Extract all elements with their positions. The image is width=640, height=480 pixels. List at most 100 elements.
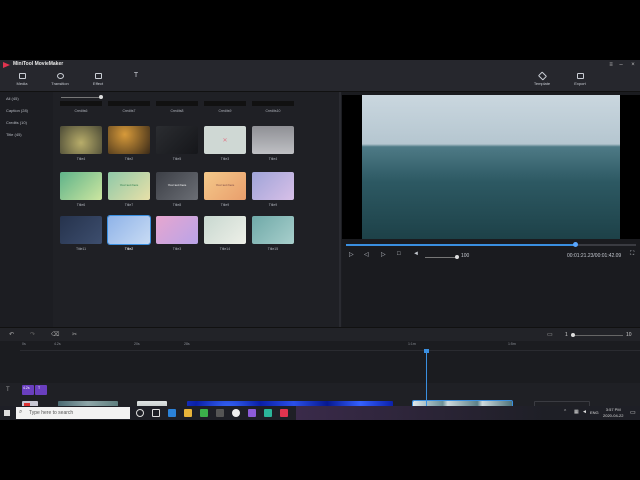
- thumb-text: Your text here: [167, 183, 187, 188]
- zoom-knob[interactable]: [571, 333, 575, 337]
- edge-icon[interactable]: [168, 409, 176, 417]
- zoom-min: 1: [565, 332, 568, 338]
- delete-icon[interactable]: ⌫: [51, 331, 59, 338]
- store-icon[interactable]: [216, 409, 224, 417]
- credits-thumb[interactable]: [60, 101, 102, 106]
- windows-start-icon[interactable]: [0, 406, 14, 420]
- sidebar-item-all[interactable]: All (45): [6, 96, 19, 101]
- fullscreen-icon[interactable]: ⛶: [630, 251, 634, 258]
- menu-icon[interactable]: ≡: [606, 61, 616, 69]
- zoom-slider[interactable]: [571, 335, 623, 336]
- title-thumb[interactable]: [60, 126, 102, 154]
- effect-icon: [94, 73, 102, 79]
- thumb-caption: Title3: [172, 247, 182, 251]
- search-placeholder: Type here to search: [29, 410, 74, 416]
- volume-icon[interactable]: ◄: [413, 251, 419, 257]
- caption-clip[interactable]: 4.2s: [22, 385, 34, 395]
- app-icon[interactable]: [264, 409, 272, 417]
- ruler-tick: 28s: [184, 342, 190, 346]
- title-thumb[interactable]: ✕: [204, 126, 246, 154]
- thumb-caption: Credits7: [122, 109, 136, 113]
- stop-icon[interactable]: □: [397, 251, 401, 257]
- text-button[interactable]: T: [122, 72, 150, 90]
- effect-button[interactable]: Effect: [84, 72, 112, 90]
- speaker-icon[interactable]: ◄: [582, 409, 587, 415]
- thumb-caption: Title15: [267, 247, 279, 251]
- video-letterbox: [620, 95, 640, 239]
- title-thumb[interactable]: [252, 172, 294, 200]
- credits-thumb[interactable]: [204, 101, 246, 106]
- redo-icon[interactable]: ↷: [30, 331, 35, 338]
- ruler-tick: 1:1m: [408, 342, 416, 346]
- sidebar-item-credits[interactable]: Credits (10): [6, 120, 27, 125]
- tray-up-icon[interactable]: ⌃: [563, 409, 567, 415]
- volume-knob[interactable]: [455, 255, 459, 259]
- thumbnail-size-knob[interactable]: [99, 95, 103, 99]
- caption-clip[interactable]: T: [35, 385, 47, 395]
- title-thumb[interactable]: [60, 216, 102, 244]
- thumb-caption: Title4: [268, 157, 278, 161]
- split-icon[interactable]: ✂: [72, 331, 77, 338]
- app-icon[interactable]: [232, 409, 240, 417]
- play-icon[interactable]: ▷: [349, 251, 354, 258]
- transition-button[interactable]: Transition: [46, 72, 74, 90]
- seek-handle[interactable]: [573, 242, 579, 247]
- taskbar-search[interactable]: ⌕ Type here to search: [16, 407, 130, 419]
- fit-icon[interactable]: ▭: [547, 331, 553, 338]
- preview-panel: ▷ ◁ ▷ □ ◄ 100 00:01:21.23/00:01:42.09 ⛶: [342, 92, 640, 327]
- template-button[interactable]: Template: [528, 71, 556, 90]
- title-thumb[interactable]: Your text here: [156, 172, 198, 200]
- credits-thumb[interactable]: [156, 101, 198, 106]
- minimize-button[interactable]: –: [616, 61, 626, 69]
- media-label: Media: [16, 81, 28, 86]
- sidebar-item-caption[interactable]: Caption (28): [6, 108, 28, 113]
- taskbar-clock[interactable]: 3:57 PM 2020-04-22: [603, 407, 623, 419]
- app-title: MiniTool MovieMaker: [13, 61, 64, 67]
- credits-thumb[interactable]: [252, 101, 294, 106]
- title-thumb[interactable]: [156, 126, 198, 154]
- title-thumb[interactable]: [60, 172, 102, 200]
- media-library: Credits6 Credits7 Credits8 Credits9 Cred…: [53, 92, 341, 327]
- next-frame-icon[interactable]: ▷: [381, 251, 386, 258]
- thumb-text: Your text here: [119, 183, 139, 188]
- app-icon[interactable]: [248, 409, 256, 417]
- title-thumb[interactable]: [252, 126, 294, 154]
- time-ruler[interactable]: 0s 4.2s 20s 28s 1:1m 1:5m: [20, 341, 640, 351]
- thumb-caption: Title3: [220, 157, 230, 161]
- caption-track-label: T: [0, 383, 20, 399]
- title-thumb[interactable]: Your text here: [204, 172, 246, 200]
- previous-frame-icon[interactable]: ◁: [364, 251, 369, 258]
- title-thumb[interactable]: [204, 216, 246, 244]
- title-thumb[interactable]: Your text here: [108, 172, 150, 200]
- chrome-icon[interactable]: [200, 409, 208, 417]
- file-explorer-icon[interactable]: [184, 409, 192, 417]
- thumbnail-size-slider[interactable]: [61, 97, 101, 98]
- title-thumb[interactable]: [108, 126, 150, 154]
- video-letterbox: [342, 95, 362, 239]
- title-thumb-selected[interactable]: [107, 215, 151, 245]
- media-button[interactable]: Media: [8, 72, 36, 90]
- language-indicator[interactable]: ENG: [590, 410, 599, 415]
- task-view-icon[interactable]: [152, 409, 160, 417]
- credits-thumb[interactable]: [108, 101, 150, 106]
- timecode: 00:01:21.23/00:01:42.09: [567, 253, 622, 259]
- network-icon[interactable]: ▦: [574, 409, 579, 415]
- title-thumb[interactable]: [252, 216, 294, 244]
- text-track-icon: T: [6, 387, 10, 393]
- sidebar-item-title[interactable]: Title (45): [6, 132, 22, 137]
- cortana-icon[interactable]: [136, 409, 144, 417]
- template-icon: [537, 71, 547, 81]
- undo-icon[interactable]: ↶: [9, 331, 14, 338]
- media-scrollbar[interactable]: [339, 92, 341, 327]
- thumb-caption: Title6: [76, 203, 86, 207]
- seek-bar[interactable]: [346, 242, 636, 247]
- screen-letterbox-top: [0, 0, 640, 60]
- close-button[interactable]: ×: [628, 61, 638, 69]
- export-button[interactable]: Export: [566, 72, 594, 90]
- title-thumb[interactable]: [156, 216, 198, 244]
- moviemaker-taskbar-icon[interactable]: [280, 409, 288, 417]
- thumb-caption: Title7: [124, 203, 134, 207]
- thumb-text: Your text here: [215, 183, 235, 188]
- volume-slider[interactable]: [425, 257, 457, 258]
- notification-icon[interactable]: ▭: [630, 409, 636, 416]
